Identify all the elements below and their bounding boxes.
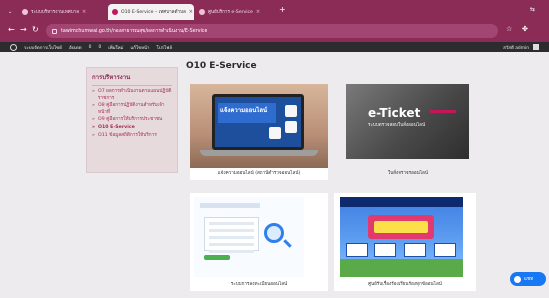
sidebar-menu: การบริหารงาน O7 ผลการดำเนินงานตามแผนปฏิบ… <box>86 67 178 173</box>
wp-toolbar-item[interactable]: 0 <box>89 45 92 50</box>
laptop-base-image <box>200 150 318 156</box>
wp-user-greeting: สวัสดี admin <box>503 45 529 51</box>
forward-arrow-icon[interactable]: → <box>20 25 27 35</box>
tab-close-icon[interactable]: × <box>256 9 260 15</box>
card-caption[interactable]: ศูนย์รับเรื่องร้องเรียนร้องทุกข์ออนไลน์ <box>334 281 476 288</box>
wp-toolbar-item[interactable]: เพิ่มใหม่ <box>108 44 123 51</box>
wp-admin-bar: ระบบจัดการเว็บไซต์ อัปเดต 0 0 เพิ่มใหม่ … <box>0 42 549 52</box>
tab-label: ศูนย์บริการ e-Service <box>208 9 253 15</box>
wp-toolbar-item[interactable]: โปรไฟล์ <box>157 44 173 51</box>
tab-label: O10 E-Service – เทศบาลตำบล <box>121 9 186 15</box>
sidebar-item-o7[interactable]: O7 ผลการดำเนินงานตามแผนปฏิบัติราชการ <box>92 89 172 102</box>
bookmark-star-icon[interactable]: ☆ <box>506 25 512 33</box>
magnifier-icon <box>264 223 284 243</box>
eticket-accent-bar <box>430 110 456 113</box>
tab-close-icon[interactable]: × <box>189 9 193 15</box>
url-field[interactable]: tawimchumwai.go.th/กองสาธารณสุข/ผลการดำเ… <box>46 24 498 38</box>
extension-puzzle-icon[interactable]: ✤ <box>522 25 528 33</box>
screen-banner: แจ้งความออนไลน์ <box>218 103 276 123</box>
laptop-screen-image: แจ้งความออนไลน์ <box>212 94 304 150</box>
tab-close-icon[interactable]: × <box>82 9 86 15</box>
card-caption[interactable]: ระบบการลงทะเบียนออนไลน์ <box>190 281 328 288</box>
browser-tab[interactable]: ศูนย์บริการ e-Service × <box>195 4 277 20</box>
poster-banner <box>368 215 434 239</box>
eticket-subtitle: ระบบตรวจสอบใบสั่งออนไลน์ <box>368 123 426 128</box>
wp-toolbar-item[interactable]: อัปเดต <box>69 44 82 51</box>
reload-icon[interactable]: ↻ <box>32 25 39 35</box>
tab-list-chevron-icon[interactable]: ⌄ <box>8 9 12 15</box>
sidebar-title: การบริหารงาน <box>92 72 172 86</box>
poster-box <box>404 243 426 257</box>
poster-ground <box>340 259 463 277</box>
chat-button[interactable]: แชท <box>510 272 546 286</box>
page-title: O10 E-Service <box>186 61 257 71</box>
screen-tile <box>285 105 297 117</box>
eservice-card-police-report[interactable]: แจ้งความออนไลน์ แจ้งความออนไลน์ (สถานีตำ… <box>190 84 328 180</box>
url-text: tawimchumwai.go.th/กองสาธารณสุข/ผลการดำเ… <box>61 29 208 34</box>
webshot-button <box>204 255 230 260</box>
tab-label: ระบบบริหารงานเทศบาล <box>31 9 80 15</box>
eticket-title: e-Ticket <box>368 106 421 120</box>
wp-site-name[interactable]: ระบบจัดการเว็บไซต์ <box>24 44 62 51</box>
eservice-card-online-registration[interactable]: ระบบการลงทะเบียนออนไลน์ <box>190 193 328 291</box>
sidebar-item-o11[interactable]: O11 ข้อมูลสถิติการให้บริการ <box>92 133 172 140</box>
wp-user-menu[interactable]: สวัสดี admin <box>503 44 539 51</box>
wp-toolbar-item[interactable]: แก้ไขหน้า <box>130 44 149 51</box>
avatar <box>533 44 539 50</box>
poster-box <box>434 243 456 257</box>
card-thumbnail[interactable]: e-Ticket ระบบตรวจสอบใบสั่งออนไลน์ <box>346 84 469 159</box>
tab-favicon-icon <box>112 9 118 15</box>
tab-favicon-icon <box>199 9 205 15</box>
sidebar-item-o10[interactable]: O10 E-Service <box>92 125 172 132</box>
card-caption[interactable]: แจ้งความออนไลน์ (สถานีตำรวจออนไลน์) <box>190 170 328 177</box>
eservice-card-complaint-center[interactable]: ศูนย์รับเรื่องร้องเรียนร้องทุกข์ออนไลน์ <box>334 193 476 291</box>
card-caption[interactable]: ใบสั่งจราจรออนไลน์ <box>340 170 476 177</box>
browser-tab-active[interactable]: O10 E-Service – เทศบาลตำบล × <box>108 4 194 20</box>
back-arrow-icon[interactable]: ← <box>8 25 15 35</box>
screen-tile <box>285 121 297 133</box>
lock-icon <box>52 28 57 34</box>
card-thumbnail[interactable]: แจ้งความออนไลน์ <box>190 84 328 168</box>
card-thumbnail[interactable] <box>194 197 304 277</box>
browser-tab-bar: ⌄ ระบบบริหารงานเทศบาล × O10 E-Service – … <box>0 0 549 20</box>
poster-header <box>340 197 463 207</box>
screen-tile <box>269 127 281 139</box>
webshot-form <box>204 217 259 253</box>
chat-bubble-icon <box>514 275 521 283</box>
card-thumbnail[interactable] <box>340 197 463 277</box>
poster-box <box>374 243 396 257</box>
tab-favicon-icon <box>22 9 28 15</box>
page-content: การบริหารงาน O7 ผลการดำเนินงานตามแผนปฏิบ… <box>0 52 549 298</box>
eservice-card-eticket[interactable]: e-Ticket ระบบตรวจสอบใบสั่งออนไลน์ ใบสั่ง… <box>340 84 476 180</box>
webshot-header <box>200 203 260 208</box>
wordpress-logo-icon[interactable] <box>10 43 17 51</box>
address-toolbar: ← → ↻ tawimchumwai.go.th/กองสาธารณสุข/ผล… <box>0 20 549 42</box>
sidebar-item-o8[interactable]: O8 คู่มือการปฏิบัติงานสำหรับเจ้าหน้าที่ <box>92 103 172 116</box>
new-tab-plus-icon[interactable]: + <box>279 6 286 14</box>
sidebar-item-o9[interactable]: O9 คู่มือการให้บริการประชาชน <box>92 117 172 124</box>
browser-tab[interactable]: ระบบบริหารงานเทศบาล × <box>18 4 104 20</box>
chat-label: แชท <box>524 276 534 282</box>
wp-toolbar-item[interactable]: 0 <box>98 45 101 50</box>
poster-box <box>346 243 368 257</box>
window-controls-icon[interactable]: ⇆ <box>530 6 535 13</box>
